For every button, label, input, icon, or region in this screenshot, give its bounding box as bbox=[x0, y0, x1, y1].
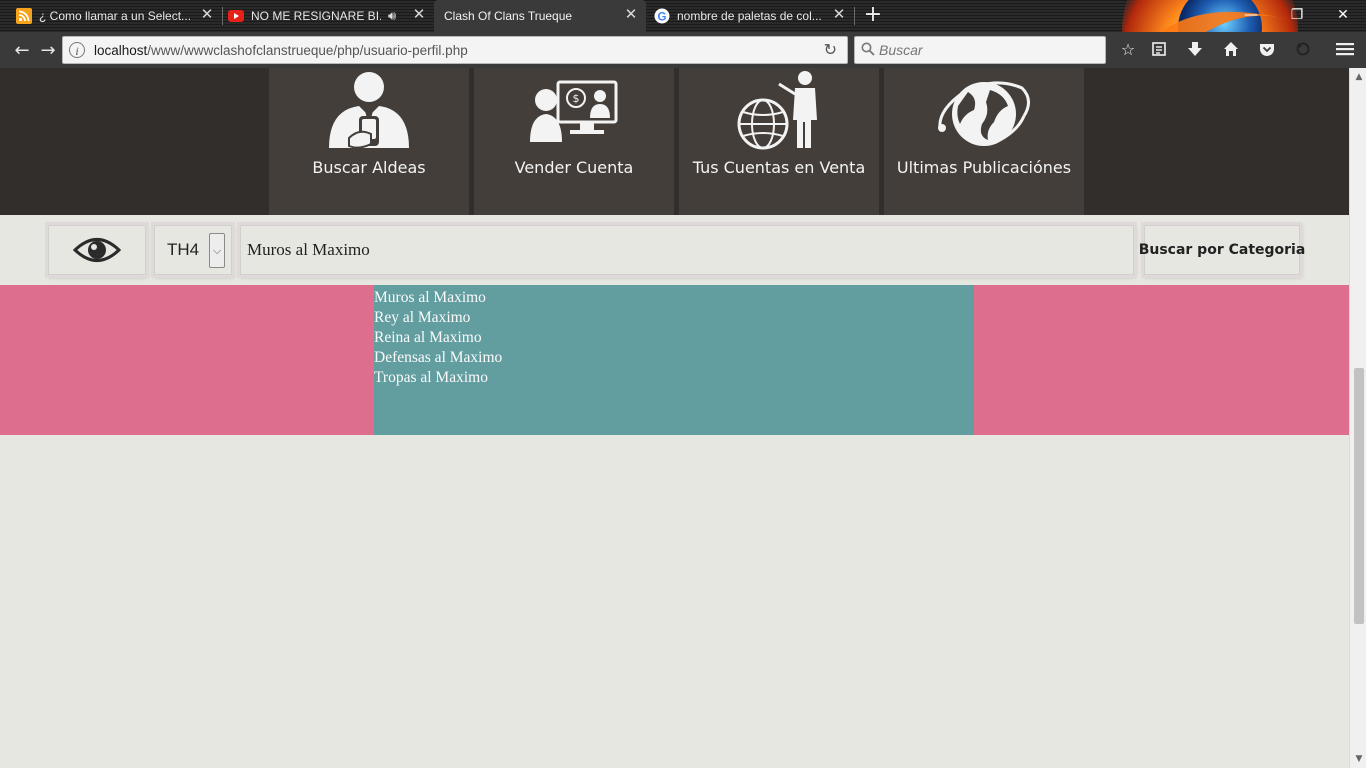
youtube-icon bbox=[228, 8, 244, 24]
search-input[interactable] bbox=[879, 40, 1099, 60]
scrollbar-thumb[interactable] bbox=[1354, 368, 1364, 624]
list-item[interactable]: Muros al Maximo bbox=[374, 288, 974, 308]
window-controls: — ❐ ✕ bbox=[1228, 0, 1366, 30]
close-icon[interactable]: ✕ bbox=[412, 7, 426, 22]
bookmark-star-icon[interactable]: ☆ bbox=[1117, 38, 1139, 60]
menu-tile-vender-cuenta[interactable]: $ Vender Cuenta bbox=[474, 68, 674, 215]
tab-label: ¿ Como llamar a un Select... bbox=[39, 9, 192, 23]
google-icon: G bbox=[654, 8, 670, 24]
page-viewport: Buscar Aldeas $ Vender Cuenta Tus Cuenta… bbox=[0, 68, 1349, 768]
menu-tile-label: Vender Cuenta bbox=[514, 158, 634, 177]
tab-divider bbox=[854, 7, 855, 25]
globe-with-orbit-icon bbox=[938, 81, 1030, 146]
close-window-icon[interactable]: ✕ bbox=[1320, 0, 1366, 30]
menu-tile-label: Buscar Aldeas bbox=[312, 158, 426, 177]
hamburger-menu-icon[interactable] bbox=[1334, 38, 1356, 60]
tab-clash-trueque[interactable]: Clash Of Clans Trueque ✕ bbox=[434, 0, 646, 32]
list-item[interactable]: Reina al Maximo bbox=[374, 328, 974, 348]
list-item[interactable]: Defensas al Maximo bbox=[374, 348, 974, 368]
list-item[interactable]: Rey al Maximo bbox=[374, 308, 974, 328]
tab-label: NO ME RESIGNARE BI... bbox=[251, 9, 381, 23]
townhall-select-value: TH4 bbox=[167, 240, 200, 259]
reading-list-icon[interactable] bbox=[1148, 38, 1170, 60]
menu-tile-tus-cuentas[interactable]: Tus Cuentas en Venta bbox=[679, 68, 879, 215]
close-icon[interactable]: ✕ bbox=[624, 7, 638, 22]
category-search-input[interactable] bbox=[247, 232, 1127, 268]
tab-label: Clash Of Clans Trueque bbox=[444, 9, 573, 23]
close-icon[interactable]: ✕ bbox=[200, 7, 214, 22]
category-search-field[interactable] bbox=[240, 225, 1134, 275]
townhall-select[interactable]: TH4 ⌵ bbox=[154, 225, 232, 275]
results-band: Muros al Maximo Rey al Maximo Reina al M… bbox=[0, 285, 1349, 435]
minimize-icon[interactable]: — bbox=[1228, 0, 1274, 30]
back-arrow-icon[interactable]: ← bbox=[10, 38, 34, 62]
address-bar[interactable]: i localhost/www/wwwclashofclanstrueque/p… bbox=[62, 36, 848, 64]
svg-text:G: G bbox=[658, 11, 667, 23]
chevron-down-icon[interactable]: ⌵ bbox=[209, 233, 225, 268]
search-icon bbox=[861, 42, 875, 60]
menu-tile-buscar-aldeas[interactable]: Buscar Aldeas bbox=[269, 68, 469, 215]
presenter-with-globe-icon bbox=[737, 71, 817, 150]
search-filter-bar: TH4 ⌵ Buscar por Categoria bbox=[0, 215, 1349, 285]
tab-google-paletas[interactable]: G nombre de paletas de col... ✕ bbox=[654, 0, 854, 32]
person-with-phone-icon bbox=[329, 72, 409, 149]
reload-icon[interactable]: ↻ bbox=[824, 40, 837, 59]
scroll-down-icon[interactable]: ▼ bbox=[1353, 753, 1365, 765]
restore-icon[interactable]: ❐ bbox=[1274, 0, 1320, 30]
home-icon[interactable] bbox=[1220, 38, 1242, 60]
eye-icon bbox=[73, 238, 121, 262]
sync-icon[interactable] bbox=[1292, 38, 1314, 60]
pocket-icon[interactable] bbox=[1256, 38, 1278, 60]
new-tab-button[interactable]: + bbox=[862, 4, 884, 28]
search-by-category-button[interactable]: Buscar por Categoria bbox=[1139, 225, 1305, 275]
svg-text:$: $ bbox=[573, 92, 580, 105]
download-icon[interactable] bbox=[1184, 38, 1206, 60]
menu-tile-ultimas-publicaciones[interactable]: Ultimas Publicaciónes bbox=[884, 68, 1084, 215]
rss-icon bbox=[16, 8, 32, 24]
seller-with-monitor-icon: $ bbox=[530, 80, 618, 142]
header-menu-band: Buscar Aldeas $ Vender Cuenta Tus Cuenta… bbox=[0, 68, 1349, 215]
tab-como-llamar[interactable]: ¿ Como llamar a un Select... ✕ bbox=[16, 0, 222, 32]
menu-tile-label: Tus Cuentas en Venta bbox=[692, 158, 866, 177]
forward-arrow-icon[interactable]: → bbox=[36, 38, 60, 62]
vertical-scrollbar[interactable]: ▲ ▼ bbox=[1349, 68, 1366, 768]
close-icon[interactable]: ✕ bbox=[832, 7, 846, 22]
tab-label: nombre de paletas de col... bbox=[677, 9, 822, 23]
list-item[interactable]: Tropas al Maximo bbox=[374, 368, 974, 388]
autocomplete-results-list: Muros al Maximo Rey al Maximo Reina al M… bbox=[374, 285, 974, 435]
url-text[interactable]: localhost/www/wwwclashofclanstrueque/php… bbox=[94, 43, 468, 58]
browser-search-bar[interactable] bbox=[854, 36, 1106, 64]
site-info-icon[interactable]: i bbox=[69, 42, 85, 58]
speaker-icon[interactable]: 🔊︎ bbox=[388, 8, 396, 24]
tab-youtube-song[interactable]: NO ME RESIGNARE BI... 🔊︎ ✕ bbox=[228, 0, 434, 32]
menu-tile-label: Ultimas Publicaciónes bbox=[896, 158, 1072, 177]
view-toggle-button[interactable] bbox=[48, 225, 146, 275]
tab-divider bbox=[222, 7, 223, 25]
scroll-up-icon[interactable]: ▲ bbox=[1353, 71, 1365, 83]
